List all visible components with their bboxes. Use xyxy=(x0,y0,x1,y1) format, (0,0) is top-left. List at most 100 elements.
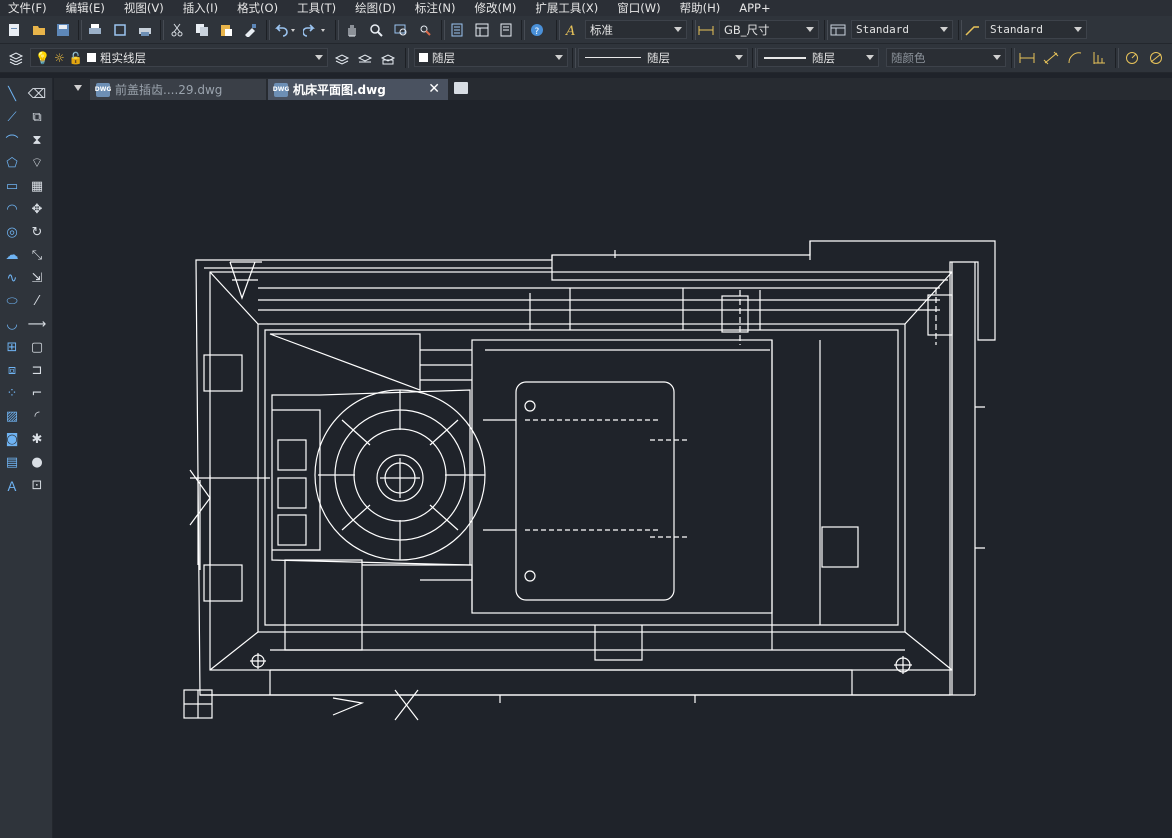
pan-icon[interactable] xyxy=(342,20,362,40)
new-file-icon[interactable] xyxy=(4,20,24,40)
anchor-crosshairs xyxy=(250,653,912,674)
table-icon[interactable]: ▤ xyxy=(2,452,22,472)
save-icon[interactable] xyxy=(53,20,73,40)
help-icon[interactable]: ? xyxy=(527,20,547,40)
print-icon[interactable] xyxy=(85,20,105,40)
menu-item-6[interactable]: 绘图(D) xyxy=(347,0,407,16)
layer-isolate-icon[interactable] xyxy=(378,48,398,68)
mirror-icon[interactable]: ⧗ xyxy=(27,130,47,150)
xline-icon[interactable]: ⟋ xyxy=(2,107,22,127)
stretch-icon[interactable]: ⇲ xyxy=(27,268,47,288)
sphere-icon[interactable]: ● xyxy=(27,452,47,472)
revcloud-icon[interactable]: ☁ xyxy=(2,245,22,265)
table-style-icon[interactable] xyxy=(829,20,847,40)
array-icon[interactable]: ▦ xyxy=(27,176,47,196)
cut-icon[interactable] xyxy=(167,20,187,40)
layer-select[interactable]: 💡 ☼ 🔓 粗实线层 xyxy=(30,48,328,67)
aligned-dimension-icon[interactable] xyxy=(1041,48,1061,68)
ellipse-arc-icon[interactable]: ◡ xyxy=(2,314,22,334)
close-icon[interactable]: ✕ xyxy=(428,81,440,97)
text-style-select[interactable]: 标准 xyxy=(585,20,687,39)
hatch-icon[interactable]: ▨ xyxy=(2,406,22,426)
extend-icon[interactable]: ⟶ xyxy=(27,314,47,334)
open-folder-icon[interactable] xyxy=(29,20,49,40)
polyline-icon[interactable]: ⌒ xyxy=(2,130,22,150)
offset-icon[interactable]: ⌔ xyxy=(27,153,47,173)
tab-file-2[interactable]: DWG 机床平面图.dwg ✕ xyxy=(268,79,448,100)
zoom-window-icon[interactable] xyxy=(391,20,411,40)
fillet-icon[interactable]: ◜ xyxy=(27,406,47,426)
ordinate-dimension-icon[interactable] xyxy=(1089,48,1109,68)
dim-style-icon[interactable] xyxy=(697,20,715,40)
text-style-icon[interactable]: A xyxy=(563,20,581,40)
paste-icon[interactable] xyxy=(216,20,236,40)
radius-dimension-icon[interactable] xyxy=(1122,48,1142,68)
join-icon[interactable]: ⊐ xyxy=(27,360,47,380)
menu-item-5[interactable]: 工具(T) xyxy=(289,0,347,16)
chamfer-icon[interactable]: ⌐ xyxy=(27,383,47,403)
region-icon[interactable]: ◙ xyxy=(2,429,22,449)
linetype-select[interactable]: 随层 xyxy=(578,48,748,67)
diameter-dimension-icon[interactable] xyxy=(1146,48,1166,68)
trim-icon[interactable]: ⁄ xyxy=(27,291,47,311)
plot-style-select[interactable]: 随颜色 xyxy=(886,48,1006,67)
design-center-icon[interactable] xyxy=(472,20,492,40)
menu-item-12[interactable]: APP+ xyxy=(731,0,781,16)
menu-item-7[interactable]: 标注(N) xyxy=(407,0,467,16)
layer-previous-icon[interactable] xyxy=(355,48,375,68)
linear-dimension-icon[interactable] xyxy=(1017,48,1037,68)
explode-icon[interactable]: ✱ xyxy=(27,429,47,449)
menu-item-3[interactable]: 插入(I) xyxy=(175,0,229,16)
tab-file-1[interactable]: DWG 前盖插齿....29.dwg xyxy=(90,79,266,100)
copy-icon[interactable]: ⧉ xyxy=(27,107,47,127)
menu-item-4[interactable]: 格式(O) xyxy=(229,0,289,16)
point-icon[interactable]: ⁘ xyxy=(2,383,22,403)
zoom-previous-icon[interactable] xyxy=(415,20,435,40)
undo-icon[interactable] xyxy=(272,20,300,40)
arc-icon[interactable]: ◠ xyxy=(2,199,22,219)
rectangle-icon[interactable]: ▭ xyxy=(2,176,22,196)
layer-manager-icon[interactable] xyxy=(6,48,26,68)
color-select[interactable]: 随层 xyxy=(414,48,568,67)
line-icon[interactable]: ╲ xyxy=(2,84,22,104)
plot-icon[interactable] xyxy=(135,20,155,40)
lineweight-select[interactable]: 随层 xyxy=(757,48,879,67)
spline-icon[interactable]: ∿ xyxy=(2,268,22,288)
new-tab-icon[interactable] xyxy=(454,82,468,94)
make-block-icon[interactable]: ⧈ xyxy=(2,360,22,380)
scale-icon[interactable]: ⤡ xyxy=(27,245,47,265)
menu-item-10[interactable]: 窗口(W) xyxy=(609,0,671,16)
ellipse-icon[interactable]: ⬭ xyxy=(2,291,22,311)
match-properties-icon[interactable] xyxy=(240,20,260,40)
polygon-icon[interactable]: ⬠ xyxy=(2,153,22,173)
properties-icon[interactable] xyxy=(447,20,467,40)
zoom-realtime-icon[interactable] xyxy=(366,20,386,40)
print-preview-icon[interactable] xyxy=(110,20,130,40)
rotate-icon[interactable]: ↻ xyxy=(27,222,47,242)
make-current-icon[interactable] xyxy=(332,48,352,68)
mtext-icon[interactable]: Ａ xyxy=(2,475,22,495)
break-icon[interactable]: ▢ xyxy=(27,337,47,357)
menu-item-9[interactable]: 扩展工具(X) xyxy=(527,0,609,16)
menu-item-2[interactable]: 视图(V) xyxy=(116,0,175,16)
tab-list-dropdown[interactable] xyxy=(74,85,82,91)
tool-palette-icon[interactable] xyxy=(496,20,516,40)
dim-style-select[interactable]: GB_尺寸 xyxy=(719,20,819,39)
circle-icon[interactable]: ◎ xyxy=(2,222,22,242)
menu-item-8[interactable]: 修改(M) xyxy=(467,0,528,16)
drawing-canvas[interactable] xyxy=(54,100,1172,838)
move-icon[interactable]: ✥ xyxy=(27,199,47,219)
mleader-style-select[interactable]: Standard xyxy=(985,20,1087,39)
table-style-select[interactable]: Standard xyxy=(851,20,953,39)
insert-block-icon[interactable]: ⊞ xyxy=(2,337,22,357)
arc-length-icon[interactable] xyxy=(1065,48,1085,68)
separator xyxy=(78,20,82,40)
copy-icon[interactable] xyxy=(192,20,212,40)
erase-icon[interactable]: ⌫ xyxy=(27,84,47,104)
menu-item-1[interactable]: 编辑(E) xyxy=(58,0,116,16)
menu-item-0[interactable]: 文件(F) xyxy=(0,0,58,16)
menu-item-11[interactable]: 帮助(H) xyxy=(672,0,732,16)
mleader-style-icon[interactable] xyxy=(963,20,981,40)
block-attr-icon[interactable]: ⊡ xyxy=(27,475,47,495)
redo-icon[interactable] xyxy=(302,20,330,40)
